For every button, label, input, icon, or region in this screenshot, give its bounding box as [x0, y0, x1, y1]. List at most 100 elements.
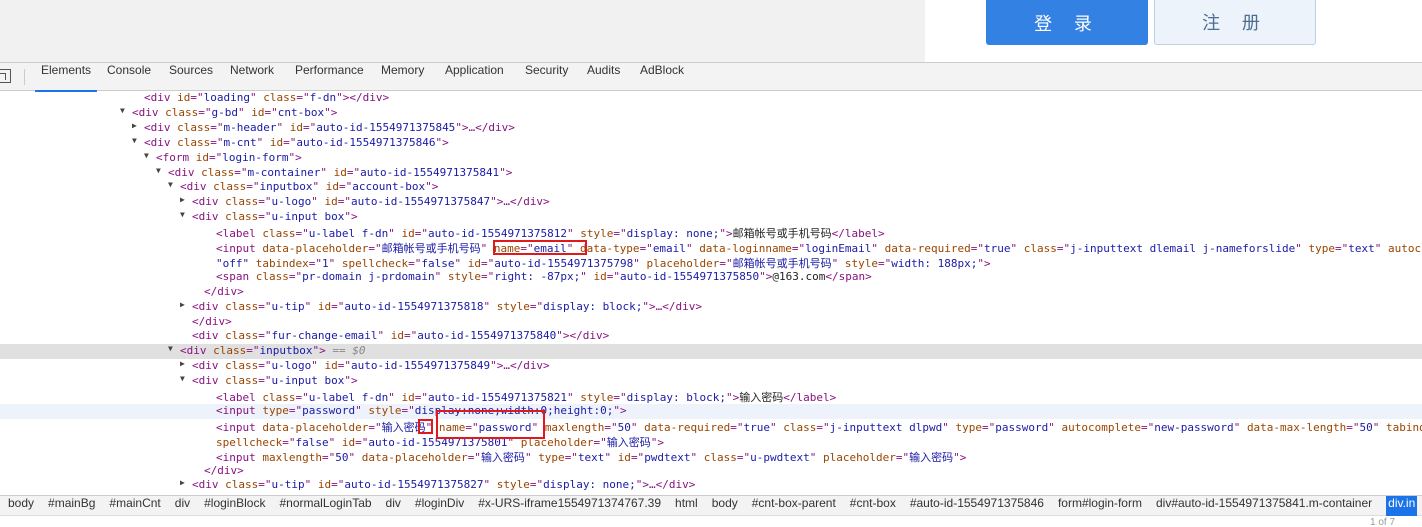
- dom-tree-row[interactable]: <div class="fur-change-email" id="auto-i…: [0, 329, 1422, 344]
- dock-side-icon[interactable]: [0, 69, 11, 83]
- breadcrumb-item[interactable]: #cnt-box: [850, 496, 896, 516]
- collapse-triangle-icon[interactable]: ▶: [132, 121, 142, 130]
- dom-tree-row[interactable]: spellcheck="false" id="auto-id-155497137…: [0, 434, 1422, 449]
- elements-tree[interactable]: <div id="loading" class="f-dn"></div> ▼ <d…: [0, 91, 1422, 495]
- markup-token: ": [434, 270, 448, 283]
- markup-token: 邮箱帐号或手机号码: [732, 257, 832, 270]
- tab-security[interactable]: Security: [525, 63, 568, 91]
- dom-tree-row[interactable]: "off" tabindex="1" spellcheck="false" id…: [0, 255, 1422, 270]
- dom-tree-row[interactable]: ▼ <div class="u-input box">: [0, 210, 1422, 225]
- tab-network[interactable]: Network: [230, 63, 274, 91]
- dom-tree-row[interactable]: ▼ <div class="inputbox" id="account-box">: [0, 180, 1422, 195]
- markup-token: <div: [168, 166, 202, 179]
- dom-tree-row[interactable]: ▼ <div class="u-input box">: [0, 374, 1422, 389]
- dom-node-markup: <input type="password" style="display:no…: [216, 404, 627, 417]
- expand-triangle-icon[interactable]: ▼: [168, 344, 178, 353]
- breadcrumb-item[interactable]: div: [175, 496, 190, 516]
- markup-token: </label>: [783, 391, 837, 404]
- markup-token: class: [201, 166, 235, 179]
- tab-elements[interactable]: Elements: [34, 63, 98, 92]
- expand-triangle-icon[interactable]: ▼: [180, 210, 190, 219]
- breadcrumb-item[interactable]: body: [8, 496, 34, 516]
- dom-tree-row[interactable]: <div id="loading" class="f-dn"></div>: [0, 91, 1422, 106]
- tab-application[interactable]: Application: [445, 63, 504, 91]
- dom-tree-row[interactable]: ▶ <div class="m-header" id="auto-id-15549…: [0, 121, 1422, 136]
- dom-tree-row[interactable]: <label class="u-label f-dn" id="auto-id-…: [0, 225, 1422, 240]
- breadcrumb-item[interactable]: #mainBg: [48, 496, 95, 516]
- breadcrumb-item[interactable]: #normalLoginTab: [279, 496, 371, 516]
- markup-token: <div: [132, 106, 166, 119]
- breadcrumb-item[interactable]: #mainCnt: [109, 496, 160, 516]
- collapse-triangle-icon[interactable]: ▶: [180, 359, 190, 368]
- tab-sources[interactable]: Sources: [169, 63, 213, 91]
- collapse-triangle-icon[interactable]: ▶: [180, 478, 190, 487]
- expand-triangle-icon[interactable]: ▼: [120, 106, 130, 115]
- dom-node-markup: <label class="u-label f-dn" id="auto-id-…: [216, 225, 885, 241]
- dom-tree-row[interactable]: ▶ <div class="u-tip" id="auto-id-15549713…: [0, 478, 1422, 493]
- dom-node-markup: <form id="login-form">: [156, 151, 302, 164]
- dom-tree-row[interactable]: ▼ <div class="inputbox"> == $0: [0, 344, 1422, 359]
- dom-tree-row[interactable]: ▼ <div class="m-cnt" id="auto-id-15549713…: [0, 136, 1422, 151]
- breadcrumb-item[interactable]: form#login-form: [1058, 496, 1142, 516]
- dom-tree-row[interactable]: <input data-placeholder="邮箱帐号或手机号码" name…: [0, 240, 1422, 255]
- markup-token: <input: [216, 242, 263, 255]
- breadcrumb-item[interactable]: div.in: [1386, 496, 1418, 516]
- breadcrumb-item[interactable]: body: [712, 496, 738, 516]
- markup-token: @163.com: [772, 270, 826, 283]
- dom-tree-row[interactable]: ▶ <div class="u-logo" id="auto-id-1554971…: [0, 195, 1422, 210]
- tab-memory[interactable]: Memory: [381, 63, 424, 91]
- markup-token: m-header: [223, 121, 277, 134]
- dom-tree-row[interactable]: ▼ <div class="m-container" id="auto-id-15…: [0, 166, 1422, 181]
- breadcrumb-item[interactable]: html: [675, 496, 698, 516]
- expand-triangle-icon[interactable]: ▼: [144, 151, 154, 160]
- markup-token: ": [690, 451, 704, 464]
- dom-tree-row[interactable]: <input type="password" style="display:no…: [0, 404, 1422, 419]
- markup-token: <div: [144, 121, 178, 134]
- breadcrumb-item[interactable]: #loginBlock: [204, 496, 265, 516]
- dom-tree-row[interactable]: </div>: [0, 315, 1422, 330]
- collapse-triangle-icon[interactable]: ▶: [180, 300, 190, 309]
- expand-triangle-icon[interactable]: ▼: [180, 374, 190, 383]
- markup-token: data-placeholder: [262, 421, 369, 434]
- markup-token: data-type: [579, 242, 640, 255]
- markup-token: <div: [192, 478, 226, 491]
- tab-performance[interactable]: Performance: [295, 63, 364, 91]
- login-button[interactable]: 登 录: [986, 0, 1148, 45]
- markup-token: password: [995, 421, 1049, 434]
- tab-adblock[interactable]: AdBlock: [640, 63, 684, 91]
- markup-token: email: [652, 242, 686, 255]
- markup-token: class: [262, 227, 296, 240]
- tab-console[interactable]: Console: [107, 63, 151, 91]
- breadcrumb-item[interactable]: #x-URS-iframe1554971374767.39: [478, 496, 661, 516]
- dom-tree-row[interactable]: <input data-placeholder="输入密码" name="pas…: [0, 419, 1422, 434]
- tab-audits[interactable]: Audits: [587, 63, 620, 91]
- markup-token: u-pwdtext: [750, 451, 810, 464]
- dom-tree-row[interactable]: </div>: [0, 464, 1422, 479]
- dom-tree-row[interactable]: ▶ <div class="u-tip" id="auto-id-15549713…: [0, 300, 1422, 315]
- markup-token: false: [295, 436, 329, 449]
- expand-triangle-icon[interactable]: ▼: [156, 166, 166, 175]
- markup-token: ": [483, 300, 497, 313]
- expand-triangle-icon[interactable]: ▼: [168, 180, 178, 189]
- markup-token: =": [401, 404, 415, 417]
- dom-tree-row[interactable]: <label class="u-label f-dn" id="auto-id-…: [0, 389, 1422, 404]
- dom-tree-row[interactable]: ▼ <div class="g-bd" id="cnt-box">: [0, 106, 1422, 121]
- dom-tree-row[interactable]: </div>: [0, 285, 1422, 300]
- dom-tree-row[interactable]: <span class="pr-domain j-prdomain" style…: [0, 270, 1422, 285]
- markup-token: =": [403, 329, 418, 342]
- dom-tree-row[interactable]: ▶ <div class="u-logo" id="auto-id-1554971…: [0, 359, 1422, 374]
- register-button[interactable]: 注 册: [1154, 0, 1316, 45]
- markup-token: ": [630, 421, 645, 434]
- dom-tree-row[interactable]: ▼ <form id="login-form">: [0, 151, 1422, 166]
- markup-token: ">: [977, 257, 991, 270]
- markup-token: ": [328, 257, 342, 270]
- markup-token: id: [390, 329, 404, 342]
- expand-triangle-icon[interactable]: ▼: [132, 136, 142, 145]
- breadcrumb-item[interactable]: #loginDiv: [415, 496, 464, 516]
- breadcrumb-item[interactable]: #auto-id-1554971375846: [910, 496, 1044, 516]
- breadcrumb-item[interactable]: div#auto-id-1554971375841.m-container: [1156, 496, 1372, 516]
- collapse-triangle-icon[interactable]: ▶: [180, 195, 190, 204]
- breadcrumb-item[interactable]: div: [386, 496, 401, 516]
- dom-tree-row[interactable]: <input maxlength="50" data-placeholder="…: [0, 449, 1422, 464]
- breadcrumb-item[interactable]: #cnt-box-parent: [752, 496, 836, 516]
